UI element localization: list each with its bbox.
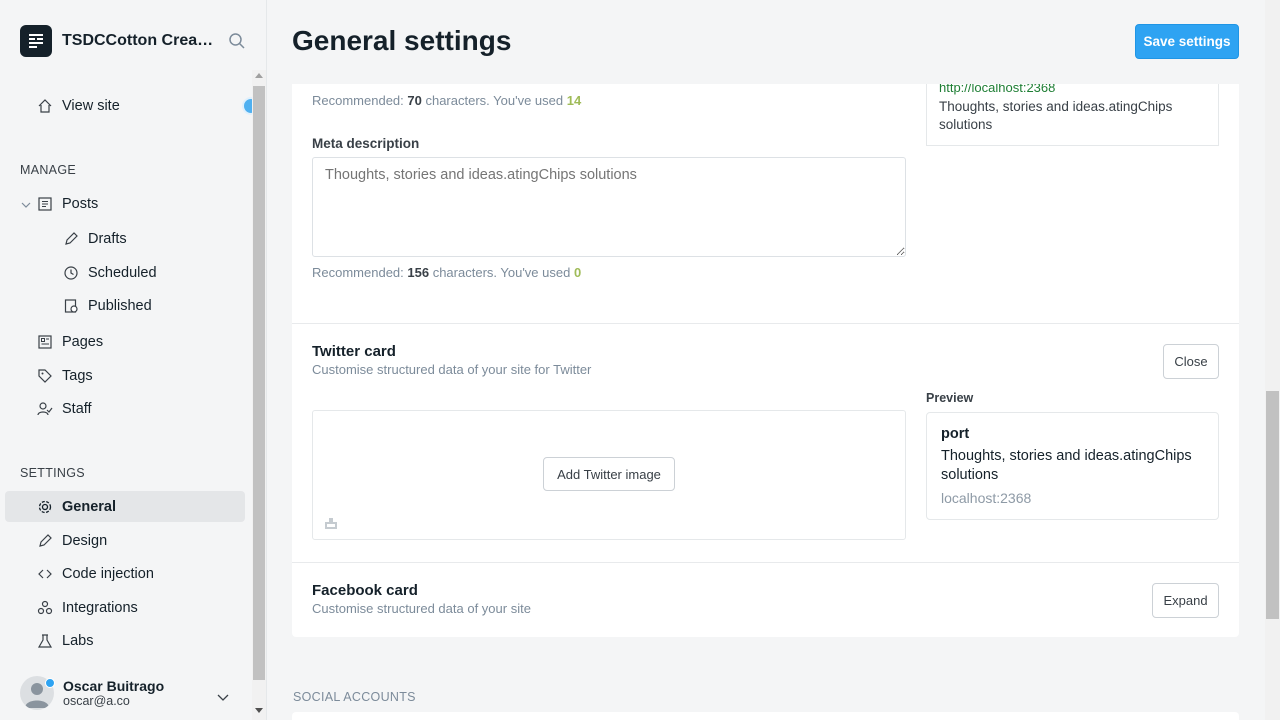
twitter-close-button[interactable]: Close	[1163, 344, 1219, 379]
user-email: oscar@a.co	[63, 694, 130, 708]
search-preview-description: Thoughts, stories and ideas.atingChips s…	[939, 99, 1173, 132]
sidebar-item-label: Published	[88, 298, 152, 314]
rec-count: 70	[407, 93, 422, 108]
ghost-logo-icon	[20, 25, 52, 57]
rec-prefix: Recommended:	[312, 265, 408, 280]
meta-description-textarea[interactable]	[312, 157, 906, 257]
user-status-dot	[45, 678, 55, 688]
sidebar-item-labs[interactable]: Labs	[36, 631, 93, 651]
sidebar-item-published[interactable]: Published	[62, 296, 152, 316]
search-icon[interactable]	[228, 32, 248, 52]
sidebar-item-tags[interactable]: Tags	[36, 366, 93, 386]
sidebar-item-view-site[interactable]: View site	[36, 96, 120, 116]
used-count: 0	[573, 265, 582, 280]
add-twitter-image-button[interactable]: Add Twitter image	[543, 457, 675, 491]
twitter-preview-url: localhost:2368	[941, 490, 1032, 506]
scroll-up-arrow-icon[interactable]	[255, 73, 263, 78]
twitter-card-title: Twitter card	[312, 343, 396, 360]
upload-icon[interactable]	[323, 515, 339, 536]
manage-heading: MANAGE	[20, 163, 76, 177]
chevron-down-icon[interactable]	[216, 690, 230, 709]
scroll-down-arrow-icon[interactable]	[255, 708, 263, 713]
facebook-card-subtitle: Customise structured data of your site	[312, 601, 531, 616]
site-name: TSDCCotton Creati...	[62, 32, 214, 49]
code-icon	[36, 565, 54, 583]
facebook-card-title: Facebook card	[312, 582, 418, 599]
rec-mid: characters. You've used	[421, 93, 567, 108]
settings-heading: SETTINGS	[20, 466, 85, 480]
gear-icon	[36, 498, 54, 516]
sidebar-item-label: Design	[62, 533, 108, 549]
sidebar-item-label: View site	[62, 98, 120, 114]
sidebar-item-integrations[interactable]: Integrations	[36, 598, 138, 618]
twitter-preview-description: Thoughts, stories and ideas.atingChips s…	[941, 448, 1192, 483]
sidebar-item-pages[interactable]: Pages	[36, 332, 103, 352]
main-scrollbar-thumb[interactable]	[1266, 391, 1279, 619]
integrations-icon	[36, 599, 54, 617]
used-count: 14	[566, 93, 582, 108]
sidebar-item-scheduled[interactable]: Scheduled	[62, 263, 157, 283]
sidebar-item-general[interactable]: General	[36, 497, 116, 517]
meta-description-label: Meta description	[312, 136, 420, 151]
sidebar-item-label: Code injection	[62, 566, 154, 582]
brush-icon	[36, 532, 54, 550]
twitter-card-subtitle: Customise structured data of your site f…	[312, 362, 592, 377]
rec-prefix: Recommended:	[312, 93, 408, 108]
social-accounts-heading: SOCIAL ACCOUNTS	[293, 690, 416, 704]
sidebar-item-posts[interactable]: Posts	[36, 194, 98, 214]
twitter-preview-title: port	[941, 426, 970, 442]
sidebar-item-label: General	[62, 499, 116, 515]
twitter-preview-label: Preview	[926, 391, 974, 405]
sidebar-item-label: Scheduled	[88, 265, 157, 281]
posts-icon	[36, 195, 54, 213]
meta-description-recommendation: Recommended: 156 characters. You've used…	[312, 265, 581, 280]
sidebar-item-drafts[interactable]: Drafts	[62, 229, 127, 249]
user-name: Oscar Buitrago	[63, 678, 165, 694]
clock-icon	[62, 264, 80, 282]
home-icon	[36, 97, 54, 115]
staff-icon	[36, 400, 54, 418]
rec-mid: characters. You've used	[429, 265, 574, 280]
sidebar-item-label: Integrations	[62, 600, 138, 616]
facebook-expand-button[interactable]: Expand	[1152, 583, 1219, 618]
flask-icon	[36, 632, 54, 650]
rec-count: 156	[407, 265, 430, 280]
save-settings-button[interactable]: Save settings	[1135, 24, 1239, 59]
sidebar-item-label: Drafts	[88, 231, 127, 247]
sidebar-item-label: Labs	[62, 633, 94, 649]
page-title: General settings	[292, 25, 512, 56]
user-menu[interactable]: Oscar Buitrago oscar@a.co	[20, 676, 164, 710]
tag-icon	[36, 367, 54, 385]
sidebar-scrollbar-thumb[interactable]	[253, 86, 265, 680]
sidebar-item-staff[interactable]: Staff	[36, 399, 92, 419]
posts-collapse-chevron-icon[interactable]	[20, 198, 32, 216]
pen-icon	[62, 230, 80, 248]
meta-title-recommendation: Recommended: 70 characters. You've used …	[312, 93, 581, 108]
published-icon	[62, 297, 80, 315]
sidebar-item-design[interactable]: Design	[36, 531, 107, 551]
sidebar-item-code-injection[interactable]: Code injection	[36, 564, 154, 584]
brand[interactable]: TSDCCotton Creati...	[20, 25, 214, 57]
pages-icon	[36, 333, 54, 351]
sidebar-item-label: Posts	[62, 196, 99, 212]
social-accounts-card	[292, 712, 1239, 720]
section-divider	[292, 323, 1239, 324]
section-divider	[292, 562, 1239, 563]
sidebar-item-label: Tags	[62, 368, 93, 384]
sidebar-item-label: Staff	[62, 401, 92, 417]
sidebar-item-label: Pages	[62, 334, 104, 350]
